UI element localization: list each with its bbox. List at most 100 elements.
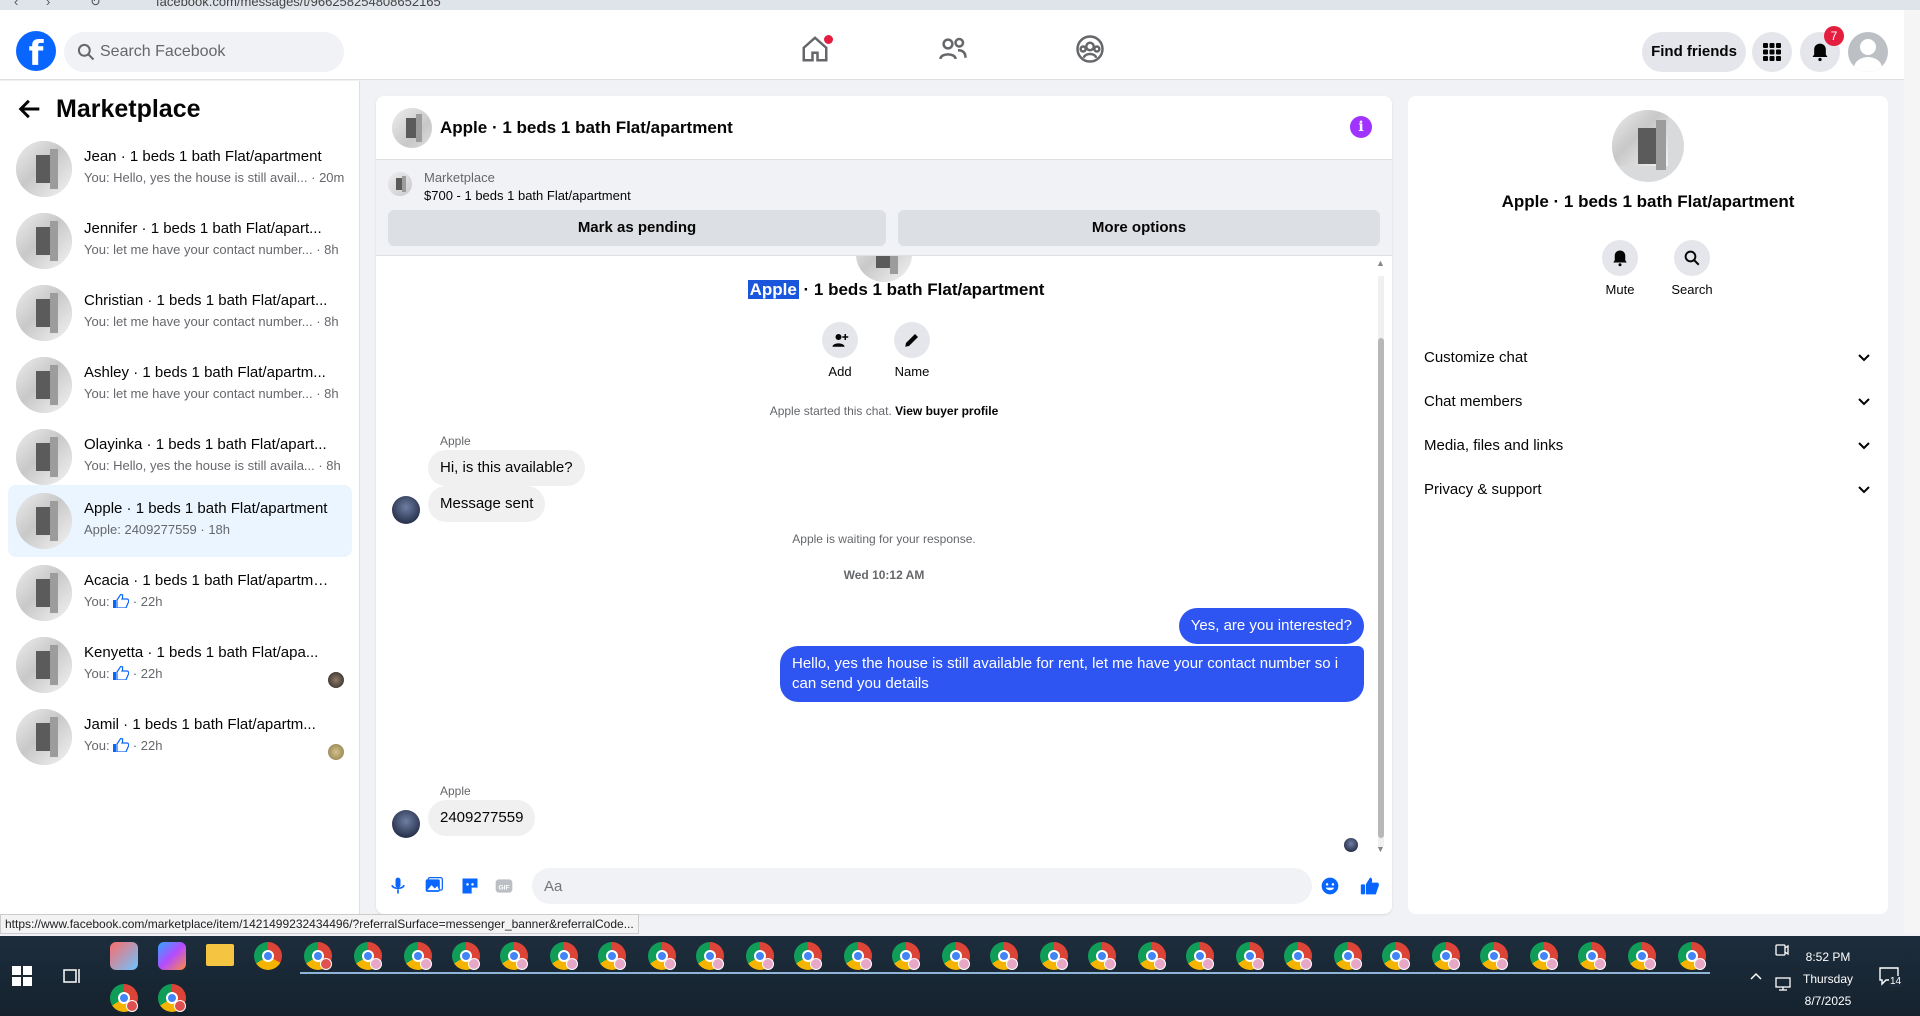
groups-icon[interactable]	[1075, 34, 1111, 70]
conversation-item-active[interactable]: Apple · 1 beds 1 bath Flat/apartment App…	[8, 485, 352, 557]
chrome-profile-icon[interactable]	[1334, 942, 1362, 970]
conversation-item[interactable]: Jean · 1 beds 1 bath Flat/apartment You:…	[8, 133, 352, 205]
chrome-profile-icon[interactable]	[1432, 942, 1460, 970]
chrome-profile-icon[interactable]	[696, 942, 724, 970]
chrome-profile-icon[interactable]	[942, 942, 970, 970]
sender-avatar[interactable]	[392, 496, 420, 524]
chrome-profile-icon[interactable]	[598, 942, 626, 970]
chrome-profile-icon[interactable]	[1678, 942, 1706, 970]
chat-title[interactable]: Apple · 1 beds 1 bath Flat/apartment	[440, 118, 733, 138]
outgoing-message[interactable]: Yes, are you interested?	[1178, 608, 1364, 644]
facebook-logo-icon[interactable]: f	[16, 31, 56, 71]
chrome-profile-icon[interactable]	[404, 942, 432, 970]
search-in-chat-button[interactable]: Search	[1662, 240, 1722, 297]
chrome-profile-icon[interactable]	[500, 942, 528, 970]
incoming-message[interactable]: Message sent	[428, 486, 546, 522]
more-options-button[interactable]: More options	[898, 210, 1380, 246]
chrome-profile-icon[interactable]	[794, 942, 822, 970]
chrome-profile-icon[interactable]	[892, 942, 920, 970]
chrome-profile-icon[interactable]	[990, 942, 1018, 970]
system-clock[interactable]: 8:52 PM Thursday 8/7/2025	[1790, 946, 1866, 1012]
chrome-profile-icon[interactable]	[1186, 942, 1214, 970]
chrome-profile-icon[interactable]	[158, 984, 186, 1012]
profile-avatar[interactable]	[1848, 32, 1888, 72]
message-scrollbar[interactable]: ▲ ▼	[1374, 256, 1388, 858]
back-icon[interactable]: ‹	[14, 0, 18, 9]
customize-chat-section[interactable]: Customize chat	[1424, 336, 1880, 380]
scroll-down-icon[interactable]: ▼	[1376, 844, 1385, 854]
mute-button[interactable]: Mute	[1590, 240, 1650, 297]
scroll-up-icon[interactable]: ▲	[1376, 258, 1385, 268]
outgoing-message[interactable]: Hello, yes the house is still available …	[780, 646, 1364, 702]
incoming-message[interactable]: 2409277559	[428, 800, 536, 836]
conversation-item[interactable]: Acacia · 1 beds 1 bath Flat/apartme... Y…	[8, 557, 352, 629]
chrome-profile-icon[interactable]	[110, 984, 138, 1012]
menu-grid-icon[interactable]	[1752, 32, 1792, 72]
chat-thumbnail[interactable]	[392, 108, 432, 148]
emoji-icon[interactable]	[1320, 876, 1340, 896]
chrome-profile-icon[interactable]	[648, 942, 676, 970]
chrome-profile-icon[interactable]	[304, 942, 332, 970]
privacy-support-section[interactable]: Privacy & support	[1424, 468, 1880, 512]
page-scrollbar[interactable]	[1904, 10, 1920, 934]
chrome-profile-icon[interactable]	[1138, 942, 1166, 970]
chrome-profile-icon[interactable]	[1530, 942, 1558, 970]
incoming-message[interactable]: Hi, is this available?	[428, 450, 585, 486]
media-files-links-section[interactable]: Media, files and links	[1424, 424, 1880, 468]
conversation-item[interactable]: Jamil · 1 beds 1 bath Flat/apartm... You…	[8, 701, 352, 773]
scroll-thumb[interactable]	[1378, 338, 1384, 838]
copilot-icon[interactable]	[158, 942, 186, 970]
microphone-icon[interactable]	[388, 876, 408, 896]
conversation-item[interactable]: Jennifer · 1 beds 1 bath Flat/apart... Y…	[8, 205, 352, 277]
chrome-icon[interactable]	[254, 942, 282, 970]
sender-avatar[interactable]	[392, 810, 420, 838]
file-explorer-icon[interactable]	[206, 944, 234, 966]
message-input[interactable]	[532, 868, 1312, 904]
conversation-item[interactable]: Ashley · 1 beds 1 bath Flat/apartm... Yo…	[8, 349, 352, 421]
chrome-profile-icon[interactable]	[746, 942, 774, 970]
chrome-profile-icon[interactable]	[1284, 942, 1312, 970]
banner-listing-link[interactable]: $700 - 1 beds 1 bath Flat/apartment	[424, 188, 631, 203]
url-text[interactable]: facebook.com/messages/t/9662582548086521…	[156, 0, 441, 9]
chrome-profile-icon[interactable]	[1040, 942, 1068, 970]
action-center-icon[interactable]: 14	[1878, 966, 1903, 988]
paint-app-icon[interactable]	[110, 942, 138, 970]
show-hidden-icons-chevron-icon[interactable]	[1748, 968, 1764, 984]
friends-icon[interactable]	[938, 34, 974, 70]
search-icon	[77, 43, 95, 61]
mark-as-pending-button[interactable]: Mark as pending	[388, 210, 886, 246]
chrome-profile-icon[interactable]	[1578, 942, 1606, 970]
chrome-profile-icon[interactable]	[844, 942, 872, 970]
find-friends-button[interactable]: Find friends	[1642, 32, 1746, 72]
sticker-icon[interactable]	[460, 876, 480, 896]
chrome-profile-icon[interactable]	[550, 942, 578, 970]
chat-members-section[interactable]: Chat members	[1424, 380, 1880, 424]
edit-name-button[interactable]: Name	[882, 322, 942, 379]
conversation-item[interactable]: Olayinka · 1 beds 1 bath Flat/apart... Y…	[8, 421, 352, 493]
conversation-item[interactable]: Christian · 1 beds 1 bath Flat/apart... …	[8, 277, 352, 349]
chrome-profile-icon[interactable]	[1088, 942, 1116, 970]
chrome-profile-icon[interactable]	[452, 942, 480, 970]
search-box[interactable]: Search Facebook	[64, 32, 344, 72]
conversation-item[interactable]: Kenyetta · 1 beds 1 bath Flat/apa... You…	[8, 629, 352, 701]
home-icon[interactable]	[800, 34, 836, 70]
back-arrow-icon[interactable]	[16, 95, 44, 123]
photo-icon[interactable]	[424, 876, 444, 896]
view-buyer-profile-link[interactable]: View buyer profile	[895, 404, 998, 418]
info-icon[interactable]: i	[1350, 116, 1372, 138]
chrome-profile-icon[interactable]	[1236, 942, 1264, 970]
forward-icon[interactable]: ›	[46, 0, 50, 9]
chrome-profile-icon[interactable]	[1480, 942, 1508, 970]
windows-start-icon[interactable]	[12, 966, 32, 986]
gif-icon[interactable]: GIF	[494, 876, 514, 896]
chrome-profile-icon[interactable]	[1382, 942, 1410, 970]
add-people-button[interactable]: Add	[810, 322, 870, 379]
thumbs-up-send-icon[interactable]	[1360, 876, 1380, 896]
chrome-profile-icon[interactable]	[354, 942, 382, 970]
browser-url-bar[interactable]: ‹ › ↻ facebook.com/messages/t/9662582548…	[0, 0, 1920, 10]
task-view-icon[interactable]	[62, 966, 82, 986]
meet-now-icon[interactable]	[1774, 942, 1790, 958]
chrome-profile-icon[interactable]	[1628, 942, 1656, 970]
reload-icon[interactable]: ↻	[90, 0, 101, 10]
notifications-bell-icon[interactable]: 7	[1800, 26, 1844, 72]
